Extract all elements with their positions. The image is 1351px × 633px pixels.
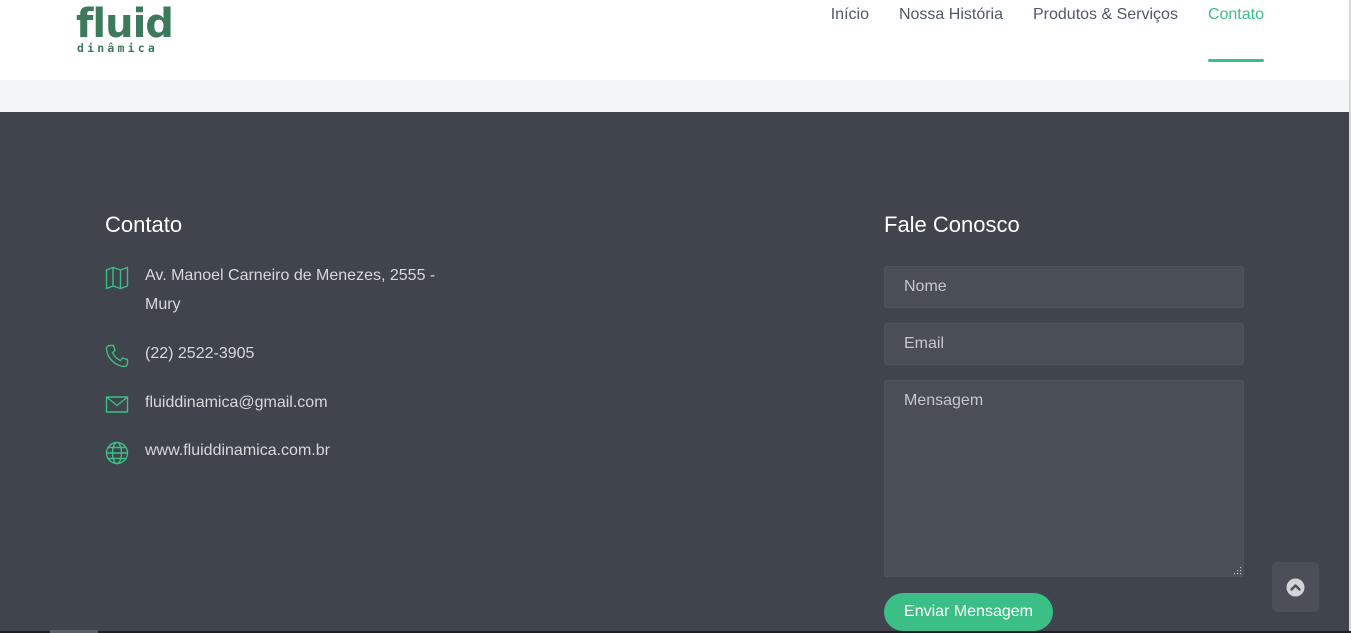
section-divider-band [0,80,1349,112]
message-textarea[interactable] [884,380,1244,577]
website-text[interactable]: www.fluiddinamica.com.br [145,436,445,465]
nav-item-produtos-servicos[interactable]: Produtos & Serviços [1033,0,1178,80]
logo-subtitle: dinâmica [77,41,158,55]
phone-icon [105,344,129,368]
resize-grip-icon[interactable] [1233,566,1242,575]
phone-row: (22) 2522-3905 [105,344,445,368]
chevron-up-icon [1286,578,1305,597]
map-icon [105,266,129,290]
email-input[interactable] [884,323,1244,365]
email-row: fluiddinamica@gmail.com [105,393,445,417]
main-nav: Início Nossa História Produtos & Serviço… [801,0,1265,80]
site-header: fluid dinâmica Início Nossa História Pro… [0,0,1349,80]
website-row: www.fluiddinamica.com.br [105,441,445,465]
nav-item-inicio[interactable]: Início [831,0,869,80]
address-text: Av. Manoel Carneiro de Menezes, 2555 - M… [145,261,445,319]
address-row: Av. Manoel Carneiro de Menezes, 2555 - M… [105,266,445,319]
logo[interactable]: fluid dinâmica [76,2,174,56]
nav-item-nossa-historia[interactable]: Nossa História [899,0,1003,80]
phone-text: (22) 2522-3905 [145,345,255,362]
nav-item-contato[interactable]: Contato [1207,0,1265,80]
contact-title: Contato [105,212,183,237]
address-line-2: Mury [145,296,181,313]
envelope-icon [105,396,129,413]
back-to-top-button[interactable] [1272,562,1319,612]
address-line-1: Av. Manoel Carneiro de Menezes, 2555 - [145,267,436,284]
name-input[interactable] [884,266,1244,308]
globe-icon [105,441,129,465]
logo-wordmark: fluid [76,1,174,47]
contact-footer: Contato Av. Manoel Carneiro de Menezes, … [0,112,1349,631]
send-message-button[interactable]: Enviar Mensagem [884,593,1053,631]
email-text[interactable]: fluiddinamica@gmail.com [145,388,445,417]
form-title: Fale Conosco [884,212,1020,237]
